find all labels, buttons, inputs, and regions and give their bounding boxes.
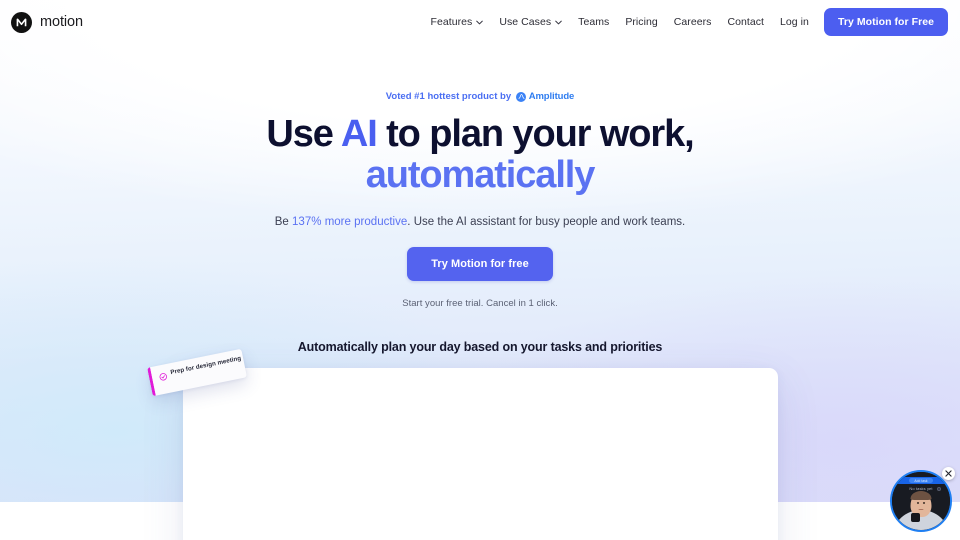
header-try-motion-button[interactable]: Try Motion for Free	[823, 8, 948, 36]
amplitude-logo: Amplitude	[516, 91, 574, 102]
free-trial-note: Start your free trial. Cancel in 1 click…	[402, 297, 558, 309]
video-widget: Add task No tasks yet	[890, 467, 955, 532]
video-bubble-player[interactable]: Add task No tasks yet	[890, 470, 952, 532]
preview-section-title: Automatically plan your day based on you…	[297, 339, 663, 354]
hero-section: Voted #1 hottest product by Amplitude Us…	[0, 44, 960, 540]
primary-navigation: Features Use Cases Teams Pricing Careers…	[422, 8, 948, 36]
headline-accent-ai: AI	[340, 113, 378, 155]
nav-item-careers[interactable]: Careers	[666, 10, 720, 34]
headline-part-2: to plan your work,	[376, 113, 695, 155]
check-circle-icon	[159, 372, 167, 381]
video-app-topbar: Add task	[892, 477, 950, 484]
social-proof-badge: Voted #1 hottest product by Amplitude	[386, 91, 575, 102]
nav-item-label: Features	[430, 16, 473, 28]
productivity-stat-link[interactable]: 137% more productive	[292, 216, 407, 228]
subhead-prefix: Be	[274, 215, 293, 228]
video-thumbnail: Add task No tasks yet	[892, 472, 950, 530]
social-proof-text: Voted #1 hottest product by	[385, 91, 512, 102]
presenter-hair	[910, 491, 932, 500]
close-icon[interactable]	[942, 467, 955, 480]
hero-subheadline: Be 137% more productive. Use the AI assi…	[0, 216, 960, 228]
nav-item-features[interactable]: Features	[422, 10, 491, 34]
app-preview-panel[interactable]	[182, 367, 778, 540]
chevron-down-icon	[555, 20, 562, 24]
app-preview-stage	[0, 367, 960, 540]
brand-logo-link[interactable]: motion	[11, 11, 83, 33]
nav-item-teams[interactable]: Teams	[570, 10, 617, 34]
headline-line-2: automatically	[365, 154, 596, 197]
site-header: motion Features Use Cases Teams Pricing …	[0, 0, 960, 44]
nav-item-pricing[interactable]: Pricing	[617, 10, 665, 34]
amplitude-wordmark: Amplitude	[528, 91, 575, 102]
video-add-task-pill: Add task	[909, 478, 933, 483]
presenter-eye-right	[922, 502, 925, 504]
subhead-suffix: . Use the AI assistant for busy people a…	[407, 215, 686, 228]
nav-item-use-cases[interactable]: Use Cases	[491, 10, 570, 34]
nav-item-log-in[interactable]: Log in	[772, 10, 817, 34]
presenter-microphone	[911, 513, 920, 522]
nav-item-contact[interactable]: Contact	[719, 10, 772, 34]
hero-try-motion-button[interactable]: Try Motion for free	[407, 246, 553, 281]
hero-headline: Use AI to plan your work, automatically	[0, 113, 960, 197]
brand-name: motion	[40, 14, 83, 30]
headline-part-1: Use	[266, 113, 341, 155]
hero-cta-row: Try Motion for free	[0, 228, 960, 281]
presenter-figure	[892, 490, 950, 530]
motion-m-logo-icon	[11, 11, 32, 33]
chevron-down-icon	[476, 20, 484, 24]
amplitude-logo-icon	[516, 91, 527, 102]
nav-item-label: Use Cases	[499, 16, 552, 28]
